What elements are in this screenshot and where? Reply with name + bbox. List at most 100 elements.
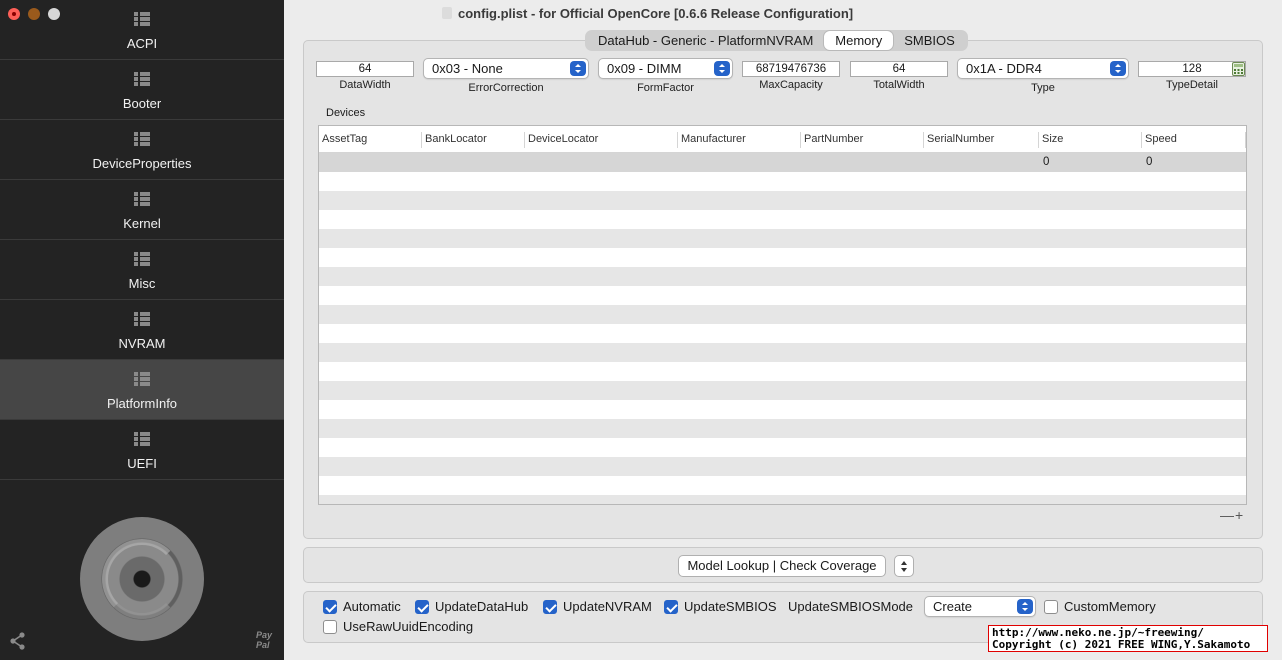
typedetail-field[interactable]: 128 bbox=[1138, 61, 1246, 77]
chevron-updown-icon bbox=[570, 61, 586, 76]
maxcapacity-field[interactable]: 68719476736 bbox=[742, 61, 840, 77]
update-nvram-checkbox[interactable]: UpdateNVRAM bbox=[543, 599, 652, 614]
checkbox-unchecked-icon bbox=[323, 619, 337, 634]
paypal-line-1: Pay bbox=[256, 630, 273, 640]
chevron-updown-icon bbox=[1110, 61, 1126, 76]
custom-memory-label: CustomMemory bbox=[1064, 599, 1156, 614]
list-icon bbox=[134, 12, 150, 26]
close-window-button[interactable] bbox=[8, 8, 20, 20]
checkbox-checked-icon bbox=[323, 599, 337, 614]
column-header-speed[interactable]: Speed bbox=[1142, 132, 1246, 148]
cell-manufacturer bbox=[678, 153, 801, 172]
devices-table[interactable]: AssetTag BankLocator DeviceLocator Manuf… bbox=[318, 125, 1247, 505]
type-value: 0x1A - DDR4 bbox=[966, 61, 1042, 76]
list-icon bbox=[134, 72, 150, 86]
checkbox-unchecked-icon bbox=[1044, 599, 1058, 614]
table-row-empty bbox=[319, 229, 1246, 248]
table-row-empty bbox=[319, 267, 1246, 286]
column-header-banklocator[interactable]: BankLocator bbox=[422, 132, 525, 148]
custom-memory-checkbox[interactable]: CustomMemory bbox=[1044, 599, 1156, 614]
update-smbios-mode-value: Create bbox=[933, 599, 973, 614]
table-row-empty bbox=[319, 495, 1246, 504]
add-remove-row-buttons[interactable]: —+ bbox=[1220, 507, 1244, 523]
table-rows: 0 0 bbox=[319, 153, 1246, 504]
checkbox-checked-icon bbox=[415, 599, 429, 614]
table-row[interactable]: 0 0 bbox=[319, 153, 1246, 172]
tab-bar: DataHub - Generic - PlatformNVRAM Memory… bbox=[585, 30, 968, 51]
paypal-logo[interactable]: Pay Pal bbox=[256, 630, 272, 650]
formfactor-value: 0x09 - DIMM bbox=[607, 61, 682, 76]
table-row-empty bbox=[319, 400, 1246, 419]
table-row-empty bbox=[319, 457, 1246, 476]
column-header-serialnumber[interactable]: SerialNumber bbox=[924, 132, 1039, 148]
table-row-empty bbox=[319, 172, 1246, 191]
main-content: config.plist - for Official OpenCore [0.… bbox=[284, 0, 1282, 660]
chevron-updown-icon bbox=[714, 61, 730, 76]
update-nvram-label: UpdateNVRAM bbox=[563, 599, 652, 614]
model-lookup-button[interactable]: Model Lookup | Check Coverage bbox=[678, 555, 886, 577]
table-row-empty bbox=[319, 419, 1246, 438]
table-row-empty bbox=[319, 362, 1246, 381]
automatic-label: Automatic bbox=[343, 599, 401, 614]
column-header-devicelocator[interactable]: DeviceLocator bbox=[525, 132, 678, 148]
sidebar-item-kernel[interactable]: Kernel bbox=[0, 180, 284, 240]
errorcorrection-select[interactable]: 0x03 - None bbox=[423, 58, 589, 79]
cell-assettag bbox=[319, 153, 422, 172]
list-icon bbox=[134, 372, 150, 386]
minimize-window-button[interactable] bbox=[28, 8, 40, 20]
table-row-empty bbox=[319, 191, 1246, 210]
automatic-checkbox[interactable]: Automatic bbox=[323, 599, 401, 614]
update-datahub-checkbox[interactable]: UpdateDataHub bbox=[415, 599, 528, 614]
update-smbios-mode-select[interactable]: Create bbox=[924, 596, 1036, 617]
sidebar-item-label: UEFI bbox=[127, 456, 157, 471]
tab-smbios[interactable]: SMBIOS bbox=[893, 31, 966, 50]
calculator-icon[interactable] bbox=[1232, 62, 1245, 76]
table-row-empty bbox=[319, 210, 1246, 229]
datawidth-field[interactable]: 64 bbox=[316, 61, 414, 77]
datawidth-label: DataWidth bbox=[339, 79, 391, 91]
update-datahub-label: UpdateDataHub bbox=[435, 599, 529, 614]
sidebar-item-platforminfo[interactable]: PlatformInfo bbox=[0, 360, 284, 420]
errorcorrection-label: ErrorCorrection bbox=[468, 82, 544, 94]
sidebar-item-label: Kernel bbox=[123, 216, 161, 231]
window-title-text: config.plist - for Official OpenCore [0.… bbox=[458, 6, 854, 21]
column-header-partnumber[interactable]: PartNumber bbox=[801, 132, 924, 148]
tab-datahub[interactable]: DataHub - Generic - PlatformNVRAM bbox=[587, 31, 824, 50]
type-select[interactable]: 0x1A - DDR4 bbox=[957, 58, 1129, 79]
formfactor-label: FormFactor bbox=[637, 82, 694, 94]
table-header: AssetTag BankLocator DeviceLocator Manuf… bbox=[319, 126, 1246, 153]
sidebar-item-nvram[interactable]: NVRAM bbox=[0, 300, 284, 360]
sidebar-item-booter[interactable]: Booter bbox=[0, 60, 284, 120]
table-row-empty bbox=[319, 305, 1246, 324]
zoom-window-button[interactable] bbox=[48, 8, 60, 20]
sidebar-item-label: NVRAM bbox=[118, 336, 166, 351]
use-raw-uuid-label: UseRawUuidEncoding bbox=[343, 619, 474, 634]
sidebar-item-label: Booter bbox=[122, 96, 162, 111]
lookup-menu-stepper[interactable] bbox=[894, 555, 914, 577]
column-header-assettag[interactable]: AssetTag bbox=[319, 132, 422, 148]
table-row-empty bbox=[319, 476, 1246, 495]
cell-partnumber bbox=[801, 153, 924, 172]
column-header-size[interactable]: Size bbox=[1039, 132, 1142, 148]
table-row-empty bbox=[319, 248, 1246, 267]
sidebar-item-misc[interactable]: Misc bbox=[0, 240, 284, 300]
typedetail-field-group: 128 TypeDetail bbox=[1138, 61, 1246, 91]
share-icon[interactable] bbox=[8, 631, 28, 651]
use-raw-uuid-checkbox[interactable]: UseRawUuidEncoding bbox=[323, 619, 473, 634]
sidebar-item-uefi[interactable]: UEFI bbox=[0, 420, 284, 480]
totalwidth-field[interactable]: 64 bbox=[850, 61, 948, 77]
tab-memory[interactable]: Memory bbox=[824, 31, 894, 50]
table-row-empty bbox=[319, 343, 1246, 362]
table-row-empty bbox=[319, 286, 1246, 305]
list-icon bbox=[134, 432, 150, 446]
maxcapacity-field-group: 68719476736 MaxCapacity bbox=[742, 61, 840, 91]
sidebar: ACPI Booter DeviceProperties Kernel Misc… bbox=[0, 0, 284, 660]
sidebar-item-label: Misc bbox=[128, 276, 156, 291]
cell-speed: 0 bbox=[1146, 156, 1153, 168]
sidebar-item-deviceproperties[interactable]: DeviceProperties bbox=[0, 120, 284, 180]
paypal-line-2: Pal bbox=[256, 640, 270, 650]
checkbox-checked-icon bbox=[543, 599, 557, 614]
column-header-manufacturer[interactable]: Manufacturer bbox=[678, 132, 801, 148]
update-smbios-checkbox[interactable]: UpdateSMBIOS bbox=[664, 599, 777, 614]
formfactor-select[interactable]: 0x09 - DIMM bbox=[598, 58, 733, 79]
